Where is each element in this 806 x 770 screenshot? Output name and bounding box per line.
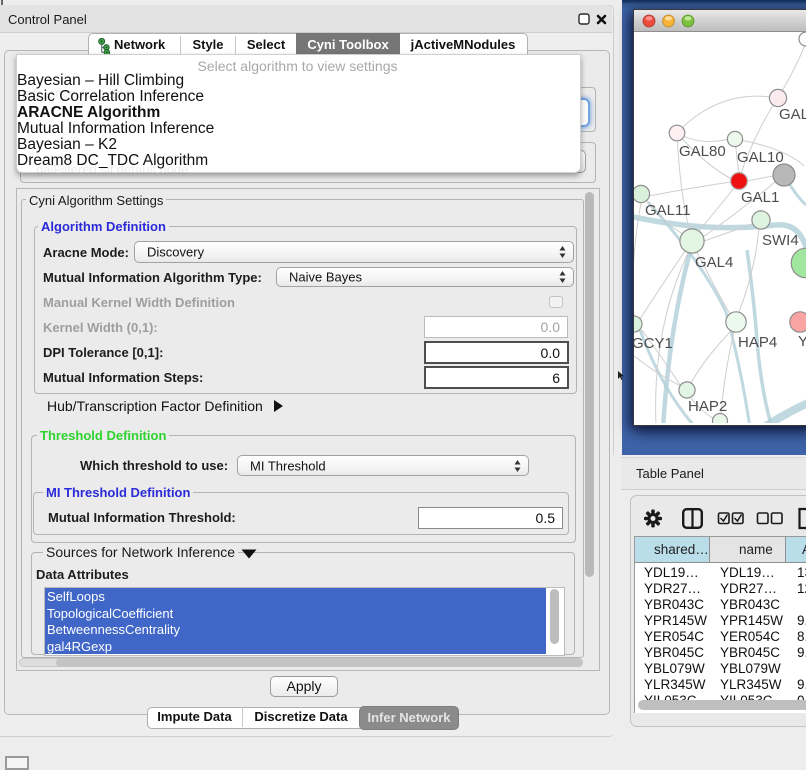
svg-text:HAP4: HAP4: [738, 334, 777, 351]
svg-text:GAL80: GAL80: [679, 143, 726, 160]
svg-text:Y: Y: [798, 333, 806, 350]
svg-text:GAL4: GAL4: [695, 254, 733, 271]
svg-text:GAL11: GAL11: [645, 202, 691, 219]
svg-text:GAL: GAL: [779, 106, 806, 123]
svg-text:GAL1: GAL1: [741, 189, 779, 206]
svg-text:SWI4: SWI4: [762, 232, 799, 249]
svg-text:GCY1: GCY1: [634, 335, 673, 352]
svg-text:HAP2: HAP2: [688, 398, 727, 415]
svg-text:GAL10: GAL10: [737, 149, 784, 166]
